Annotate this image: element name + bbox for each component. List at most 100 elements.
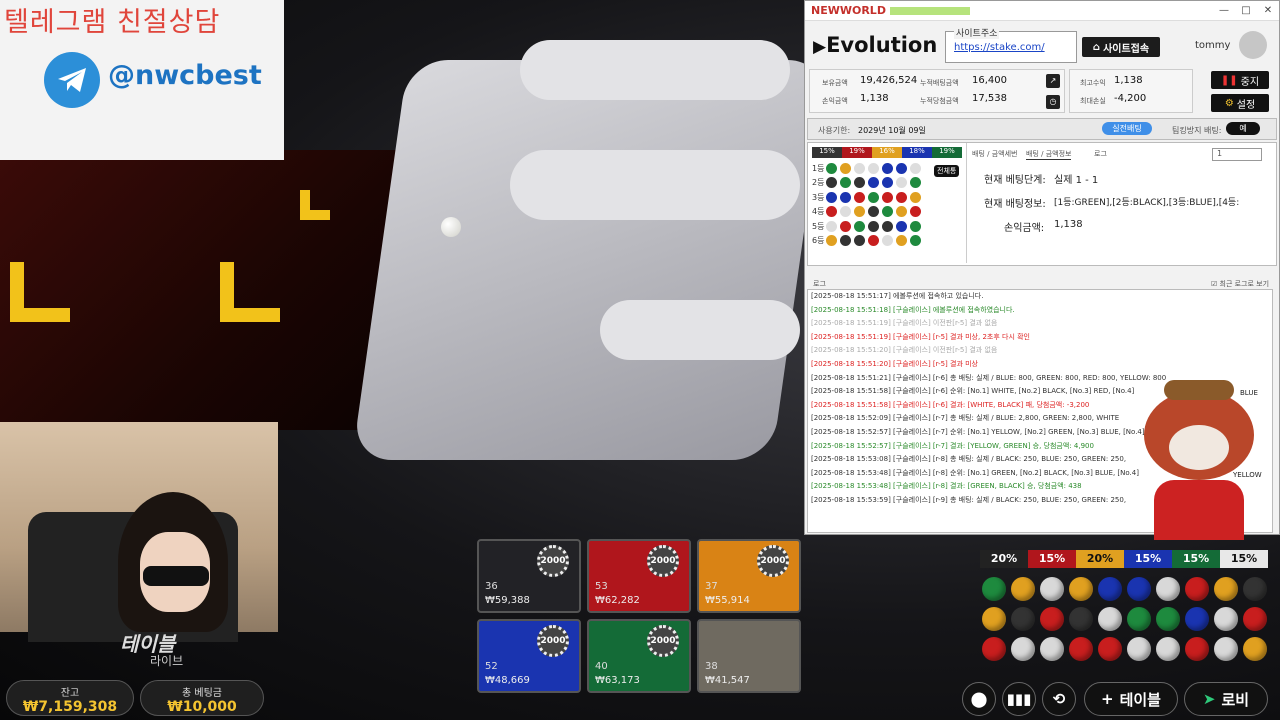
history-ball xyxy=(1185,577,1209,601)
acc-win-value: 17,538 xyxy=(972,93,1007,104)
chip-icon: 2000 xyxy=(647,545,679,577)
brand-banner xyxy=(889,6,970,15)
site-address-box: 사이트주소 https://stake.com/ xyxy=(945,26,1077,63)
history-ball xyxy=(1098,637,1122,661)
bet-tile[interactable]: 2000 53 ₩62,282 xyxy=(587,539,691,613)
acc-bet-label: 누적배팅금액 xyxy=(920,79,959,87)
history-ball xyxy=(982,637,1006,661)
stats-icon[interactable]: ▮▮▮ xyxy=(1002,682,1036,716)
sub-tab[interactable]: 로그 xyxy=(1094,149,1107,159)
rank-grid: 1등 2등 3등 4등 5등 6등 xyxy=(812,161,924,248)
add-table-button[interactable]: + 테이블 xyxy=(1084,682,1178,716)
log-line: [2025-08-18 15:51:20] [구슬레이스] [r-5] 결과 미… xyxy=(811,359,978,368)
stop-button[interactable]: ❚❚ 중지 xyxy=(1211,71,1269,89)
chip-icon: 2000 xyxy=(757,545,789,577)
hold-label: 보유금액 xyxy=(822,79,848,87)
rank-dot xyxy=(868,220,879,232)
divider xyxy=(966,143,967,263)
current-info-value: [1등:GREEN],[2등:BLACK],[3등:BLUE],[4등: xyxy=(1054,198,1240,208)
history-ball xyxy=(1243,637,1267,661)
pct-tab[interactable]: 16% xyxy=(872,147,902,158)
rank-dot xyxy=(840,177,851,189)
pct-tab[interactable]: 18% xyxy=(902,147,932,158)
history-ball xyxy=(1040,577,1064,601)
history-ball xyxy=(1214,637,1238,661)
minimize-button[interactable]: — xyxy=(1213,5,1235,16)
sub-tab[interactable]: 배팅 / 금액세번 xyxy=(972,149,1017,159)
rank-dot xyxy=(868,235,879,247)
history-ball xyxy=(1011,577,1035,601)
chips-icon[interactable]: ⬤ xyxy=(962,682,996,716)
site-connect-button[interactable]: ⌂ 사이트접속 xyxy=(1082,37,1160,57)
rank-dot xyxy=(826,191,837,203)
balance-value: ₩7,159,308 xyxy=(22,699,118,715)
rank-dot xyxy=(910,191,921,203)
repeat-icon[interactable]: ⟲ xyxy=(1042,682,1076,716)
clock-icon[interactable]: ◷ xyxy=(1046,95,1060,109)
bet-tile[interactable]: 2000 52 ₩48,669 xyxy=(477,619,581,693)
history-ball xyxy=(1011,637,1035,661)
bet-tile[interactable]: 2000 36 ₩59,388 xyxy=(477,539,581,613)
chart-icon[interactable]: ↗ xyxy=(1046,74,1060,88)
settings-button[interactable]: ⚙ 설정 xyxy=(1211,94,1269,112)
full-view-button[interactable]: 전체통 xyxy=(934,165,960,177)
history-ball xyxy=(1069,577,1093,601)
sub-tab-active[interactable]: 배팅 / 금액정보 xyxy=(1026,149,1072,160)
lobby-label: 로비 xyxy=(1221,690,1250,709)
max-loss-value: -4,200 xyxy=(1114,93,1147,104)
rank-dot xyxy=(882,177,893,189)
bet-tile[interactable]: 38 ₩41,547 xyxy=(697,619,801,693)
rank-row: 3등 xyxy=(812,190,924,205)
history-ball xyxy=(1214,607,1238,631)
log-line: [2025-08-18 15:51:17] 에볼루션에 접속하고 있습니다. xyxy=(811,292,984,300)
pct-tab[interactable]: 19% xyxy=(932,147,962,158)
rank-row: 1등 xyxy=(812,161,924,176)
recent-log-checkbox[interactable]: ☑ 최근 로그로 보기 xyxy=(1211,279,1269,289)
history-ball xyxy=(1243,577,1267,601)
site-url-input[interactable]: https://stake.com/ xyxy=(954,42,1045,53)
overlay-text: BLUE xyxy=(1240,389,1258,397)
rank-dot xyxy=(854,235,865,247)
settings-label: 설정 xyxy=(1236,99,1256,111)
log-line: [2025-08-18 15:51:20] [구슬레이스] 이전판[r-5] 결… xyxy=(811,346,998,355)
pct-tab[interactable]: 19% xyxy=(842,147,872,158)
total-bet-label: 총 베팅금 xyxy=(182,688,222,699)
history-ball xyxy=(1185,607,1209,631)
rank-dot xyxy=(854,220,865,232)
chip-icon: 2000 xyxy=(647,625,679,657)
chip-icon: 2000 xyxy=(537,625,569,657)
rank-dot xyxy=(868,162,879,174)
bet-amount: ₩55,914 xyxy=(705,595,750,606)
win-rate-cell: 15% xyxy=(1124,550,1172,568)
pause-icon: ❚❚ xyxy=(1220,74,1238,86)
bet-amount: ₩41,547 xyxy=(705,675,750,686)
autostop-toggle[interactable]: 예 xyxy=(1226,122,1260,135)
lobby-arrow-icon: ➤ xyxy=(1202,690,1216,708)
history-ball xyxy=(1127,577,1151,601)
profit-panel: 최고수익 1,138 최대손실 -4,200 xyxy=(1069,69,1193,113)
rank-label: 4등 xyxy=(812,207,825,217)
bettor-count: 38 xyxy=(705,661,718,672)
lobby-button[interactable]: ➤ 로비 xyxy=(1184,682,1268,716)
site-address-label: 사이트주소 xyxy=(954,26,1000,39)
live-bet-toggle[interactable]: 실전배팅 xyxy=(1102,122,1152,135)
bet-tile[interactable]: 2000 40 ₩63,173 xyxy=(587,619,691,693)
close-button[interactable]: ✕ xyxy=(1257,5,1279,16)
pct-tab[interactable]: 15% xyxy=(812,147,842,158)
bet-tile[interactable]: 2000 37 ₩55,914 xyxy=(697,539,801,613)
history-ball xyxy=(982,577,1006,601)
rank-row: 2등 xyxy=(812,176,924,191)
rank-dot xyxy=(840,162,851,174)
rank-dot xyxy=(896,206,907,218)
win-rate-bar: 20% 15% 20% 15% 15% 15% xyxy=(980,550,1268,568)
log-line: [2025-08-18 15:51:18] [구슬레이스] 에볼루션에 접속하였… xyxy=(811,305,1015,314)
history-ball xyxy=(1069,637,1093,661)
win-rate-cell: 20% xyxy=(980,550,1028,568)
rank-dot xyxy=(896,235,907,247)
chevron-decor-icon xyxy=(300,190,330,220)
balance-label: 잔고 xyxy=(60,688,80,699)
acc-bet-value: 16,400 xyxy=(972,75,1007,86)
maximize-button[interactable]: □ xyxy=(1235,5,1257,16)
history-ball xyxy=(1040,637,1064,661)
step-select[interactable]: 1 xyxy=(1212,148,1262,161)
